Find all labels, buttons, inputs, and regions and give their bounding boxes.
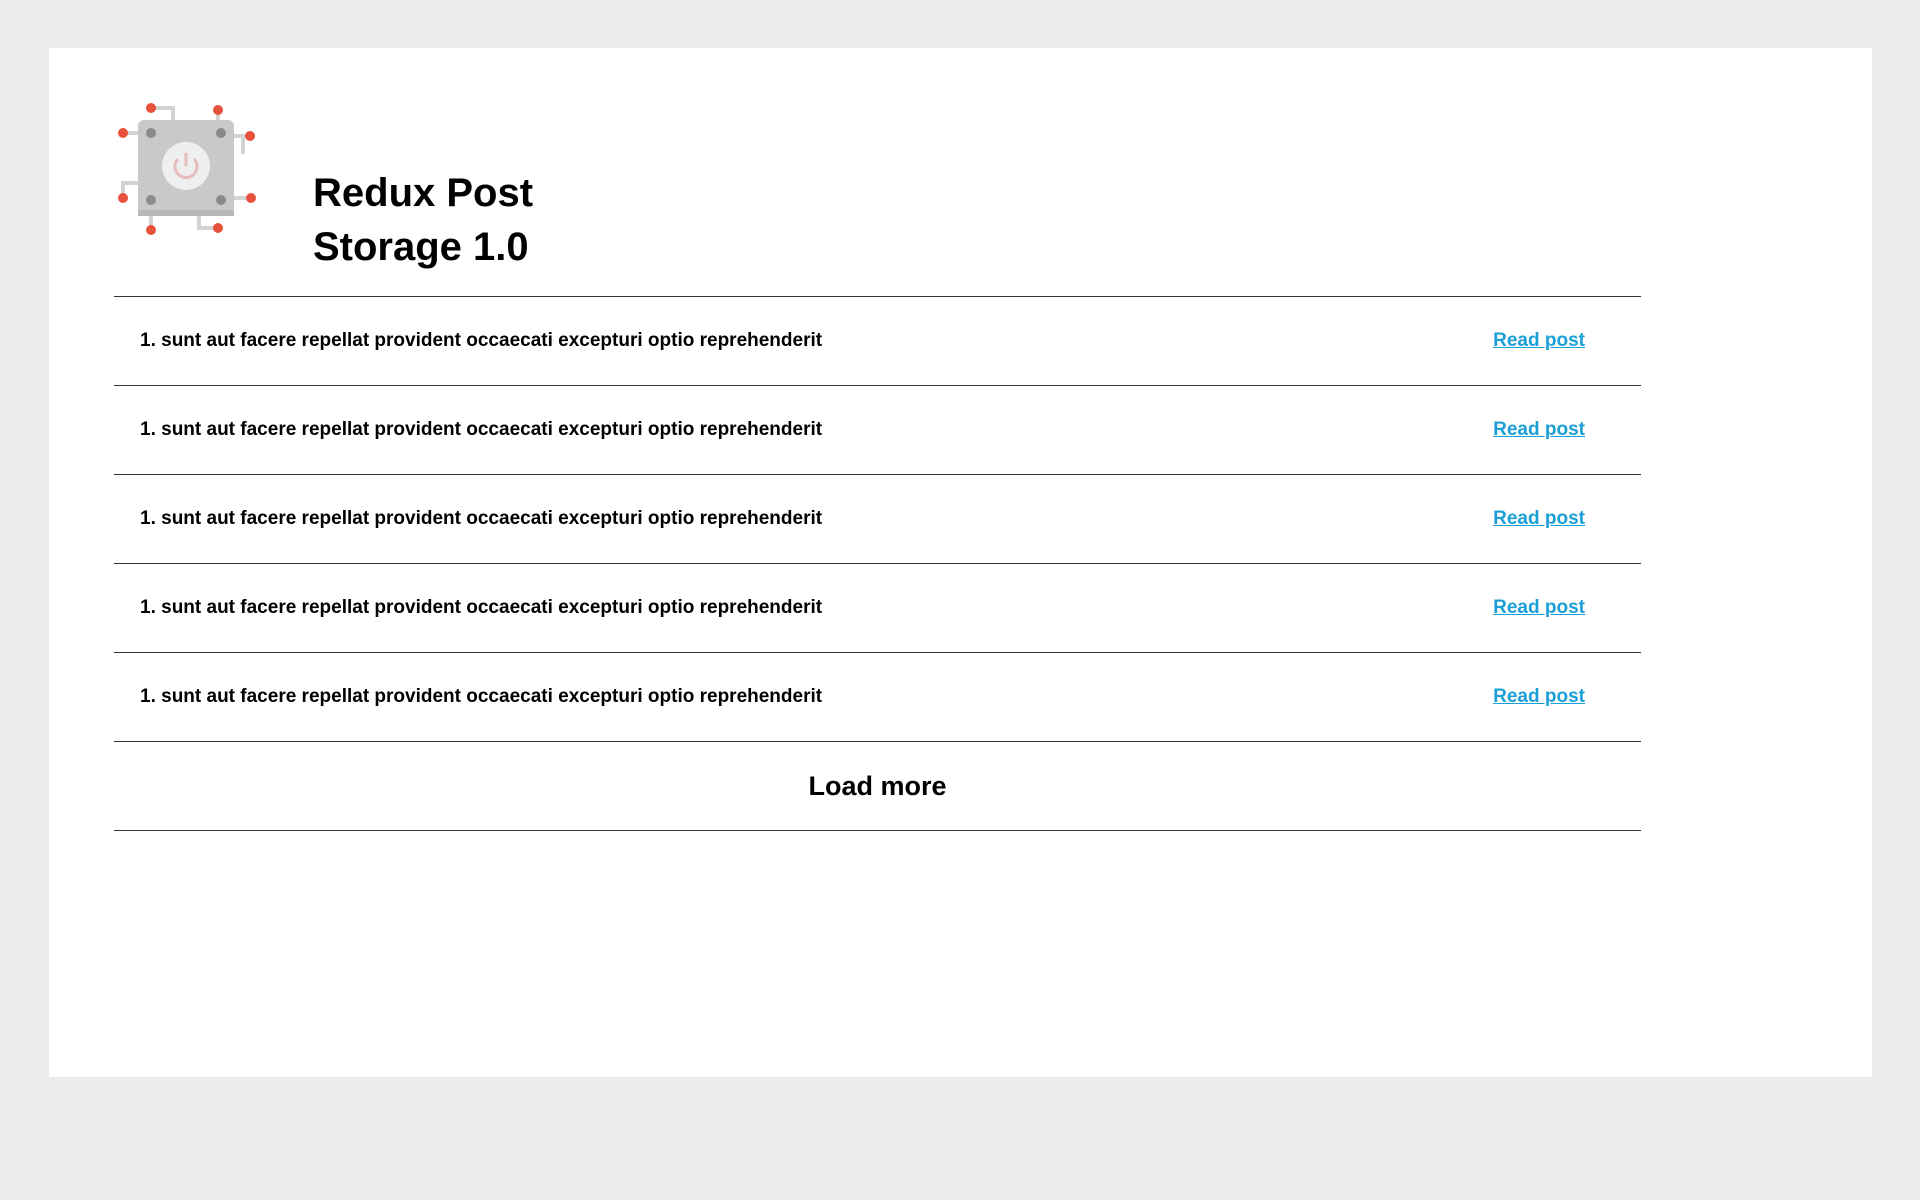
read-post-link[interactable]: Read post — [1493, 297, 1585, 385]
post-title: 1. sunt aut facere repellat provident oc… — [140, 686, 823, 707]
chip-power-icon — [118, 103, 256, 235]
read-post-link[interactable]: Read post — [1493, 475, 1585, 563]
load-more-button[interactable]: Load more — [114, 742, 1641, 831]
post-title: 1. sunt aut facere repellat provident oc… — [140, 419, 823, 440]
post-row: 1. sunt aut facere repellat provident oc… — [114, 653, 1641, 742]
post-row: 1. sunt aut facere repellat provident oc… — [114, 297, 1641, 386]
header: Redux Post Storage 1.0 — [113, 98, 713, 288]
post-title: 1. sunt aut facere repellat provident oc… — [140, 508, 823, 529]
post-row: 1. sunt aut facere repellat provident oc… — [114, 386, 1641, 475]
post-row: 1. sunt aut facere repellat provident oc… — [114, 564, 1641, 653]
main-card: Redux Post Storage 1.0 1. sunt aut facer… — [49, 48, 1872, 1077]
post-title: 1. sunt aut facere repellat provident oc… — [140, 330, 823, 351]
read-post-link[interactable]: Read post — [1493, 564, 1585, 652]
read-post-link[interactable]: Read post — [1493, 653, 1585, 741]
page-title: Redux Post Storage 1.0 — [313, 171, 534, 269]
read-post-link[interactable]: Read post — [1493, 386, 1585, 474]
post-list: 1. sunt aut facere repellat provident oc… — [114, 296, 1641, 831]
post-row: 1. sunt aut facere repellat provident oc… — [114, 475, 1641, 564]
post-title: 1. sunt aut facere repellat provident oc… — [140, 597, 823, 618]
